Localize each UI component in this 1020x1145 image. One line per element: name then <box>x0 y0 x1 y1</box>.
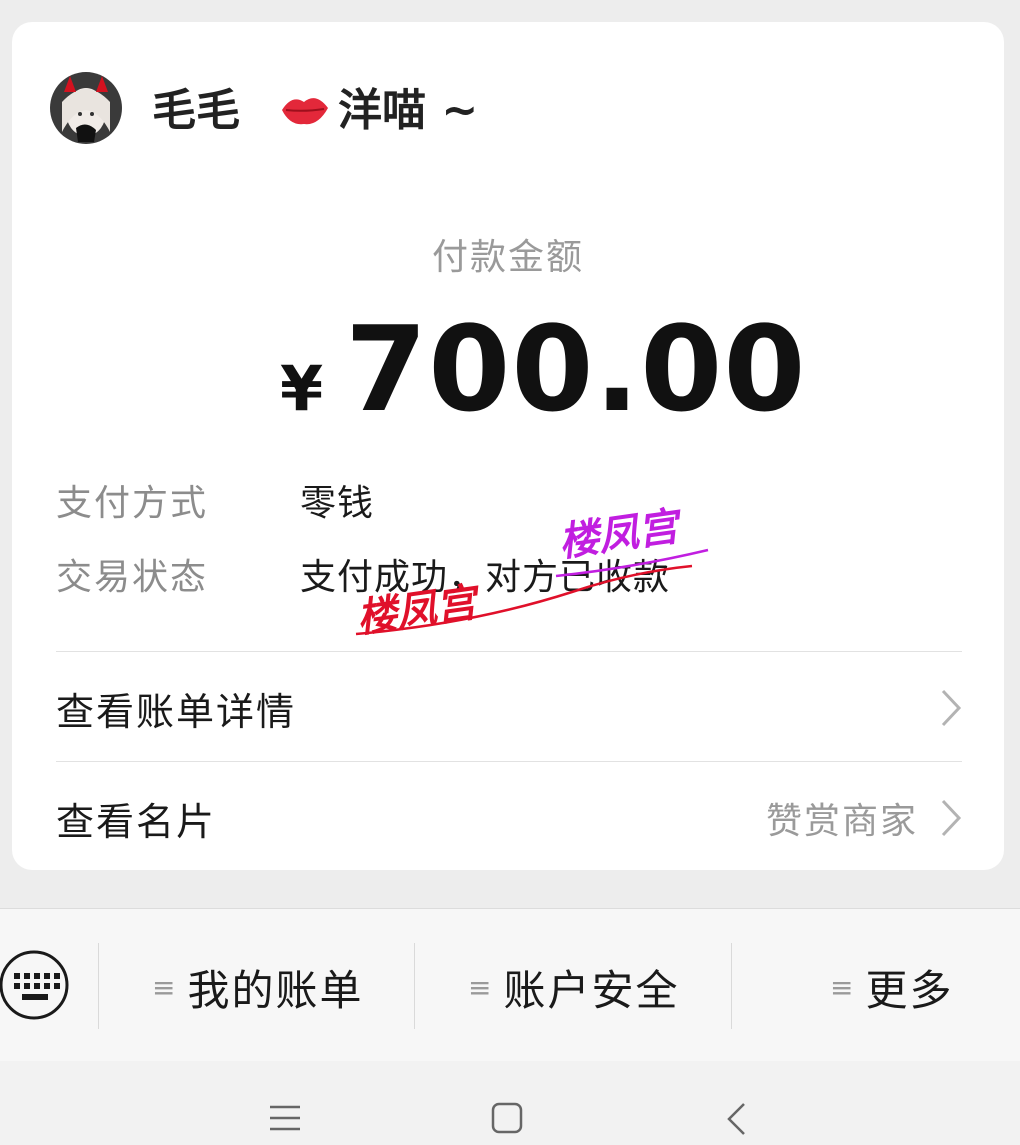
view-card-label: 查看名片 <box>56 799 217 844</box>
payee-nickname: 洋喵 ~ <box>338 85 479 136</box>
chevron-right-icon <box>941 799 962 837</box>
amount-label: 付款金额 <box>431 237 584 278</box>
home-icon[interactable] <box>490 1101 524 1135</box>
keyboard-icon[interactable] <box>0 949 72 1021</box>
lips-icon <box>282 98 328 125</box>
payment-method-label: 支付方式 <box>56 483 209 524</box>
menu-separator <box>414 943 415 1029</box>
back-icon[interactable] <box>724 1101 748 1137</box>
menu-lines-icon: ≡ <box>830 970 854 1004</box>
payment-card: 毛毛 洋喵 ~ 付款金额 ¥ 700.00 支付方式 零钱 交易状态 支付成功，… <box>12 22 1004 870</box>
chevron-right-icon <box>941 689 962 727</box>
divider-middle <box>56 761 962 762</box>
system-nav-bar <box>0 1061 1020 1145</box>
menu-separator <box>731 943 732 1029</box>
amount-value: 700.00 <box>345 300 807 438</box>
menu-more-label: 更多 <box>865 965 954 1015</box>
menu-account-security-label: 账户安全 <box>503 965 680 1015</box>
bill-details-label: 查看账单详情 <box>56 689 297 734</box>
amount: ¥ 700.00 <box>280 300 807 438</box>
menu-separator <box>98 943 99 1029</box>
payee-name: 毛毛 <box>152 85 240 136</box>
watermark-purple-underline <box>555 548 709 578</box>
bottom-menu-bar: ≡ 我的账单 ≡ 账户安全 ≡ 更多 <box>0 908 1020 1062</box>
menu-my-bills[interactable]: ≡ 我的账单 <box>152 959 363 1015</box>
payment-method-value: 零钱 <box>300 483 375 524</box>
view-card-sub: 赞赏商家 <box>765 801 918 842</box>
menu-lines-icon: ≡ <box>152 970 176 1004</box>
view-card-row[interactable]: 查看名片 赞赏商家 <box>56 774 962 862</box>
recent-apps-icon[interactable] <box>268 1101 302 1135</box>
menu-account-security[interactable]: ≡ 账户安全 <box>468 959 679 1015</box>
currency-symbol: ¥ <box>280 352 324 425</box>
divider-top <box>56 651 962 652</box>
avatar[interactable] <box>50 72 122 144</box>
menu-lines-icon: ≡ <box>468 970 492 1004</box>
menu-more[interactable]: ≡ 更多 <box>830 959 953 1015</box>
menu-my-bills-label: 我的账单 <box>187 965 364 1015</box>
bill-details-row[interactable]: 查看账单详情 <box>56 664 962 752</box>
transaction-status-label: 交易状态 <box>56 557 209 598</box>
